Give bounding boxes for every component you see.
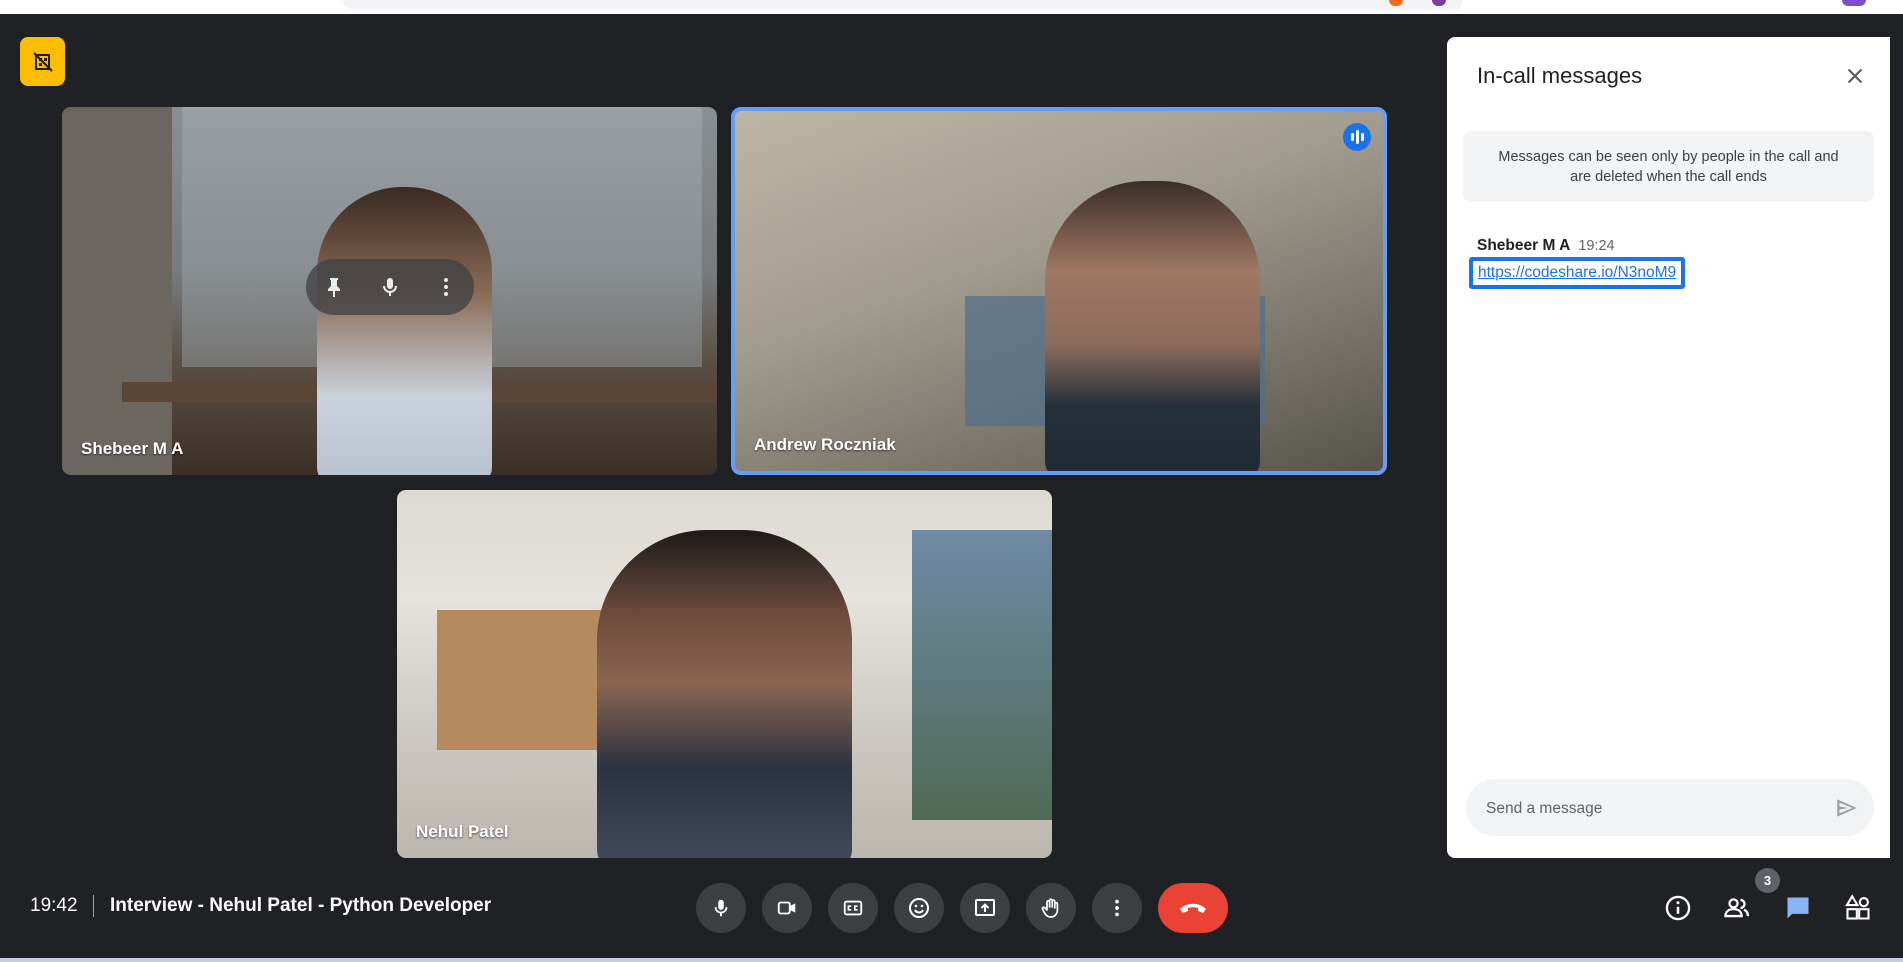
chat-input-container <box>1466 779 1874 838</box>
chat-notice: Messages can be seen only by people in t… <box>1463 131 1874 202</box>
camera-off-icon <box>32 51 53 72</box>
video-tile[interactable]: Shebeer M A <box>62 107 717 475</box>
more-options-button[interactable] <box>1092 883 1142 933</box>
chat-panel: In-call messages Messages can be seen on… <box>1447 37 1890 858</box>
video-background <box>912 530 1052 820</box>
camera-off-badge[interactable] <box>20 37 65 86</box>
present-icon <box>975 899 995 916</box>
participant-video <box>597 530 852 858</box>
mic-icon <box>383 278 397 296</box>
close-icon <box>1847 68 1863 84</box>
mic-icon <box>714 899 728 917</box>
video-background <box>437 610 617 750</box>
address-bar[interactable] <box>343 0 1463 10</box>
message-sender: Shebeer M A <box>1477 237 1571 254</box>
video-tile-active-speaker[interactable]: Andrew Roczniak <box>731 107 1387 475</box>
message-time: 19:24 <box>1578 238 1615 254</box>
emoji-icon <box>909 898 929 918</box>
mic-toggle-button[interactable] <box>696 883 746 933</box>
captions-button[interactable] <box>828 883 878 933</box>
reactions-button[interactable] <box>894 883 944 933</box>
call-controls <box>696 883 1228 933</box>
participant-name: Andrew Roczniak <box>754 435 896 454</box>
meeting-clock: 19:42 <box>30 895 78 916</box>
participant-video <box>317 187 492 475</box>
send-message-button[interactable] <box>1832 793 1862 823</box>
speaking-indicator-icon <box>1343 123 1371 151</box>
participant-name: Shebeer M A <box>81 439 184 458</box>
participant-more-button[interactable] <box>426 267 466 307</box>
close-chat-button[interactable] <box>1840 61 1870 91</box>
info-icon <box>1665 895 1691 921</box>
people-icon <box>1724 898 1750 918</box>
pin-icon <box>328 278 340 297</box>
camera-toggle-button[interactable] <box>762 883 812 933</box>
participant-name: Nehul Patel <box>416 822 509 841</box>
side-panel-controls <box>1653 883 1903 933</box>
participant-video <box>1045 181 1260 471</box>
divider <box>93 895 94 917</box>
activities-icon <box>1845 894 1870 920</box>
pin-button[interactable] <box>314 267 354 307</box>
leave-call-button[interactable] <box>1158 883 1228 933</box>
chat-message-header: Shebeer M A 19:24 <box>1477 237 1615 255</box>
video-tile[interactable]: Nehul Patel <box>397 490 1052 858</box>
end-call-icon <box>1180 903 1206 913</box>
tile-hover-controls <box>306 259 474 315</box>
mute-participant-button[interactable] <box>370 267 410 307</box>
raise-hand-button[interactable] <box>1026 883 1076 933</box>
meeting-title: Interview - Nehul Patel - Python Develop… <box>110 895 492 916</box>
message-link[interactable]: https://codeshare.io/N3noM9 <box>1469 257 1686 289</box>
profile-avatar-icon[interactable] <box>1842 0 1866 6</box>
camera-icon <box>777 901 796 915</box>
raise-hand-icon <box>1041 898 1059 918</box>
window-edge <box>0 958 1903 962</box>
more-vert-icon <box>1115 899 1119 917</box>
video-background <box>62 107 172 475</box>
chat-panel-title: In-call messages <box>1477 63 1643 88</box>
people-button[interactable] <box>1712 883 1762 933</box>
more-vert-icon <box>444 278 448 296</box>
meeting-details-button[interactable] <box>1653 883 1703 933</box>
present-screen-button[interactable] <box>960 883 1010 933</box>
activities-button[interactable] <box>1833 883 1883 933</box>
chat-icon <box>1787 897 1809 919</box>
chat-button[interactable] <box>1773 883 1823 933</box>
chat-message-input[interactable] <box>1484 779 1818 838</box>
send-icon <box>1837 799 1857 817</box>
captions-icon <box>843 900 863 916</box>
